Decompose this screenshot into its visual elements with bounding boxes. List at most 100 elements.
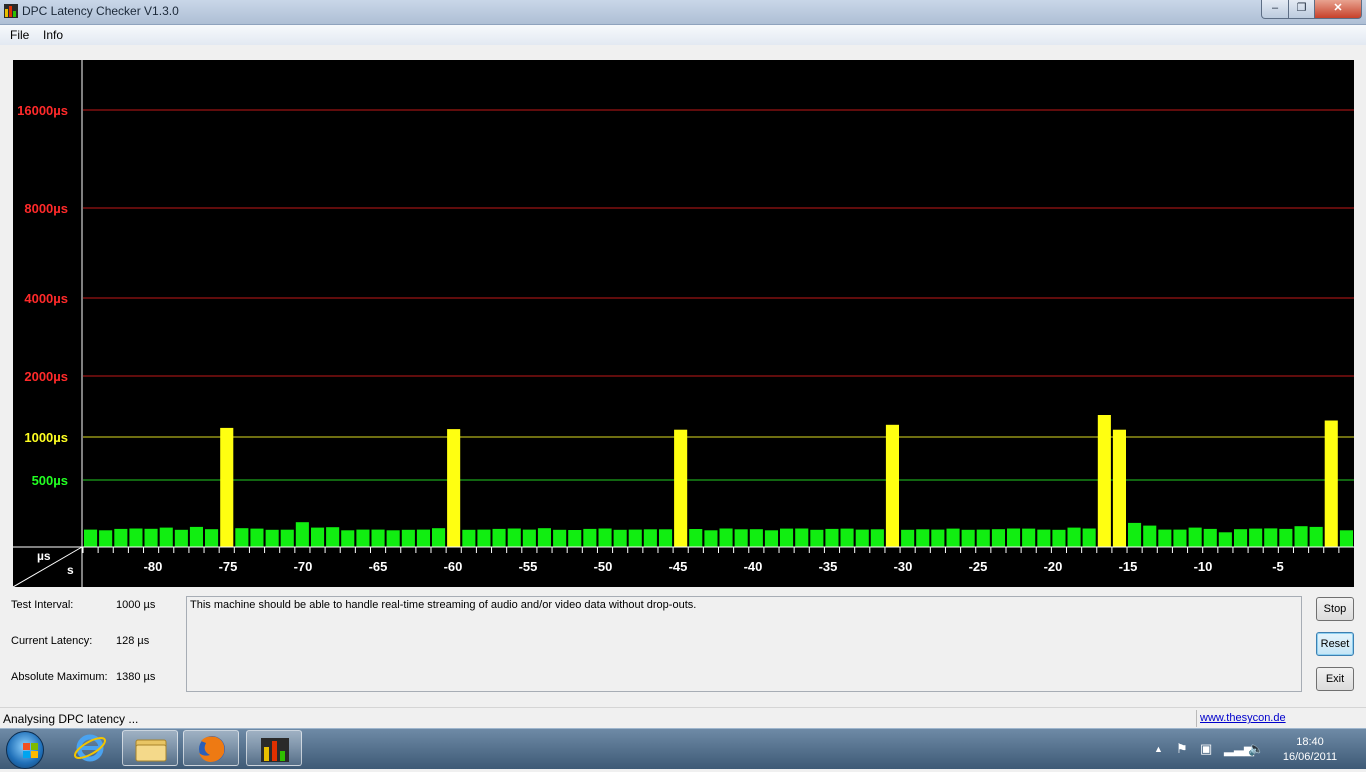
- latency-bar: [1218, 532, 1232, 547]
- x-tick-label: -75: [219, 559, 238, 574]
- latency-bar: [780, 528, 794, 547]
- latency-bar: [1279, 528, 1293, 547]
- maximize-button[interactable]: ❐: [1288, 0, 1315, 19]
- x-tick-label: -50: [594, 559, 613, 574]
- latency-bar: [1067, 527, 1081, 547]
- latency-bar: [689, 529, 703, 547]
- latency-bar: [537, 528, 551, 547]
- menu-file[interactable]: File: [10, 28, 29, 42]
- latency-bar: [1097, 415, 1111, 547]
- folder-icon: [135, 739, 167, 762]
- y-tick-label: 2000µs: [24, 369, 68, 384]
- latency-bar: [840, 528, 854, 547]
- start-button[interactable]: [6, 731, 44, 769]
- latency-bar: [371, 529, 385, 547]
- current-latency-label: Current Latency:: [11, 635, 93, 647]
- action-center-flag-icon[interactable]: ⚑: [1176, 741, 1188, 757]
- clock-date: 16/06/2011: [1282, 751, 1338, 763]
- show-hidden-icons-icon[interactable]: ▲: [1154, 744, 1163, 754]
- latency-bar: [643, 529, 657, 547]
- latency-bar: [447, 429, 461, 547]
- windows-flag-icon: [23, 743, 39, 759]
- latency-bar: [628, 529, 642, 547]
- absolute-maximum-value: 1380 µs: [116, 671, 156, 683]
- x-tick-label: -30: [894, 559, 913, 574]
- latency-bar: [1339, 530, 1353, 548]
- exit-button[interactable]: Exit: [1316, 667, 1354, 691]
- latency-bar: [114, 528, 128, 547]
- latency-bar: [991, 529, 1005, 547]
- taskbar-internet-explorer[interactable]: [62, 730, 118, 766]
- latency-bar: [961, 529, 975, 547]
- x-tick-label: -10: [1194, 559, 1213, 574]
- latency-bar: [84, 529, 98, 547]
- latency-bar: [613, 529, 627, 547]
- x-tick-label: -65: [369, 559, 388, 574]
- x-tick-label: -45: [669, 559, 688, 574]
- latency-bar: [855, 529, 869, 547]
- latency-bar: [1052, 529, 1066, 547]
- latency-bar: [401, 529, 415, 547]
- minimize-button[interactable]: ‒: [1261, 0, 1289, 19]
- x-tick-label: -70: [294, 559, 313, 574]
- internet-explorer-icon: [73, 734, 107, 762]
- latency-bar: [719, 528, 733, 547]
- title-bar: DPC Latency Checker V1.3.0 ‒ ❐ ✕: [0, 0, 1366, 25]
- y-tick-label: 8000µs: [24, 201, 68, 216]
- latency-bar: [1037, 529, 1051, 547]
- latency-bar: [704, 530, 718, 548]
- latency-bar: [1112, 429, 1126, 547]
- latency-bar: [749, 529, 763, 547]
- y-tick-label: 16000µs: [17, 103, 68, 118]
- thesycon-link[interactable]: www.thesycon.de: [1200, 712, 1286, 724]
- latency-bar: [885, 424, 899, 547]
- latency-bar: [280, 529, 294, 547]
- latency-bar: [250, 528, 264, 547]
- stop-button[interactable]: Stop: [1316, 597, 1354, 621]
- latency-bar: [568, 530, 582, 547]
- dpc-latency-checker-icon: [261, 738, 289, 762]
- latency-bar: [341, 530, 355, 548]
- latency-bar: [189, 526, 203, 547]
- result-message: This machine should be able to handle re…: [186, 596, 1302, 692]
- reset-button[interactable]: Reset: [1316, 632, 1354, 656]
- latency-bar: [492, 528, 506, 547]
- safely-remove-hardware-icon[interactable]: ▣: [1200, 741, 1212, 757]
- latency-bar: [976, 529, 990, 547]
- latency-bar: [946, 528, 960, 547]
- latency-bar: [507, 528, 521, 547]
- x-tick-label: -60: [444, 559, 463, 574]
- taskbar-windows-explorer[interactable]: [122, 730, 178, 766]
- taskbar-firefox[interactable]: [183, 730, 239, 766]
- taskbar: ▲ ⚑ ▣ ▂▃▅ 🔈 18:40 16/06/2011: [0, 728, 1366, 769]
- latency-bar: [235, 528, 249, 547]
- taskbar-dpc-latency-checker[interactable]: [246, 730, 302, 766]
- latency-bar: [99, 530, 113, 548]
- latency-bar: [174, 529, 188, 547]
- latency-bar: [1249, 528, 1263, 547]
- window-title: DPC Latency Checker V1.3.0: [22, 4, 179, 18]
- latency-bar: [553, 529, 567, 547]
- system-clock[interactable]: 18:40 16/06/2011: [1278, 735, 1342, 765]
- latency-bar: [598, 528, 612, 547]
- close-button[interactable]: ✕: [1314, 0, 1362, 19]
- latency-bar: [1264, 528, 1278, 547]
- volume-icon[interactable]: 🔈: [1248, 741, 1264, 757]
- latency-bar: [1128, 522, 1142, 547]
- latency-bar: [432, 528, 446, 547]
- latency-bar: [810, 529, 824, 547]
- latency-bar: [295, 522, 309, 547]
- latency-bar: [129, 528, 143, 547]
- latency-bar: [1294, 526, 1308, 547]
- latency-bar: [1234, 529, 1248, 547]
- latency-bar: [764, 530, 778, 548]
- menu-info[interactable]: Info: [43, 28, 63, 42]
- latency-bar: [462, 529, 476, 547]
- clock-time: 18:40: [1296, 736, 1324, 748]
- test-interval-value: 1000 µs: [116, 599, 156, 611]
- x-tick-label: -20: [1044, 559, 1063, 574]
- latency-bar: [220, 427, 234, 547]
- latency-bar: [416, 529, 430, 547]
- latency-bar: [1188, 527, 1202, 547]
- test-interval-label: Test Interval:: [11, 599, 74, 611]
